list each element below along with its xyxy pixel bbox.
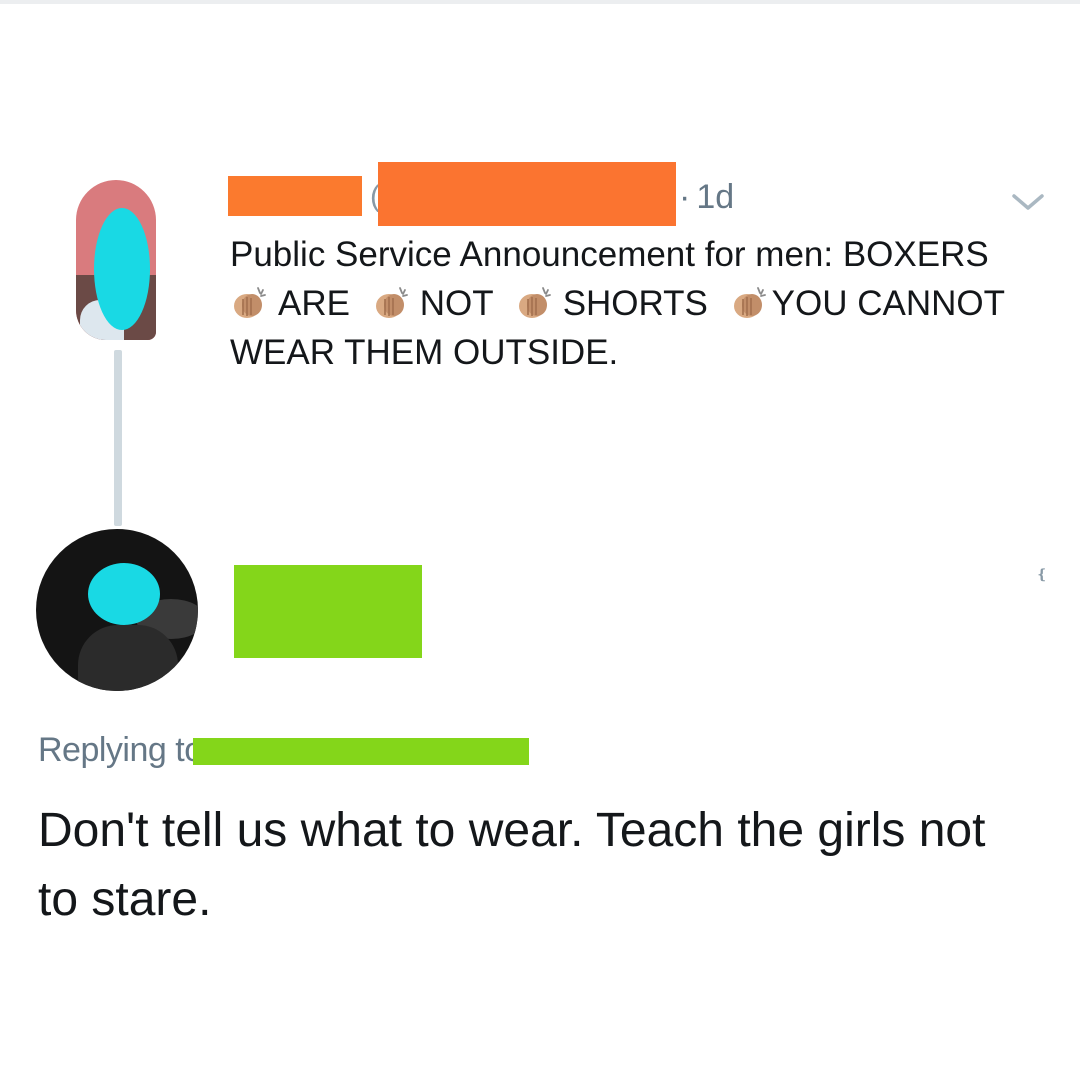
clapping-hands-icon [518, 287, 551, 318]
clapping-hands-icon [234, 287, 266, 318]
tweet-timestamp[interactable]: · 1d [679, 178, 734, 216]
tweet-1-line-3: WEAR THEM OUTSIDE. [230, 333, 619, 372]
thread-line [114, 350, 122, 526]
clapping-hands-icon [375, 287, 408, 318]
replying-to-label: Replying to [38, 731, 203, 769]
tweet-1-line-2: ARE NOT SHORTS YOU CANNOT [230, 279, 1050, 328]
display-name-redaction [228, 176, 362, 216]
avatar-tweet-2[interactable] [36, 529, 198, 691]
handle-redaction [378, 162, 676, 226]
tweet-1-line-1: Public Service Announcement for men: BOX… [230, 235, 989, 274]
tweet-1-text: Public Service Announcement for men: BOX… [230, 230, 1050, 377]
display-name-redaction [234, 565, 422, 658]
word-not: NOT [419, 284, 493, 323]
chevron-down-icon[interactable] [1010, 188, 1046, 216]
word-you-cannot: YOU CANNOT [771, 284, 1005, 323]
reply-handle-redaction [193, 738, 529, 765]
face-blur [88, 563, 160, 625]
timestamp-value: 1d [696, 178, 735, 216]
word-shorts: SHORTS [562, 284, 708, 323]
avatar-tweet-1[interactable] [76, 180, 156, 340]
tweet-2-text: Don't tell us what to wear. Teach the gi… [38, 804, 986, 926]
separator-dot: · [679, 178, 691, 216]
follow-caret-icon[interactable]: ❴ [1036, 566, 1048, 583]
face-blur [94, 208, 150, 330]
word-are: ARE [278, 284, 350, 323]
top-divider [0, 0, 1080, 4]
clapping-hands-icon [733, 287, 766, 318]
